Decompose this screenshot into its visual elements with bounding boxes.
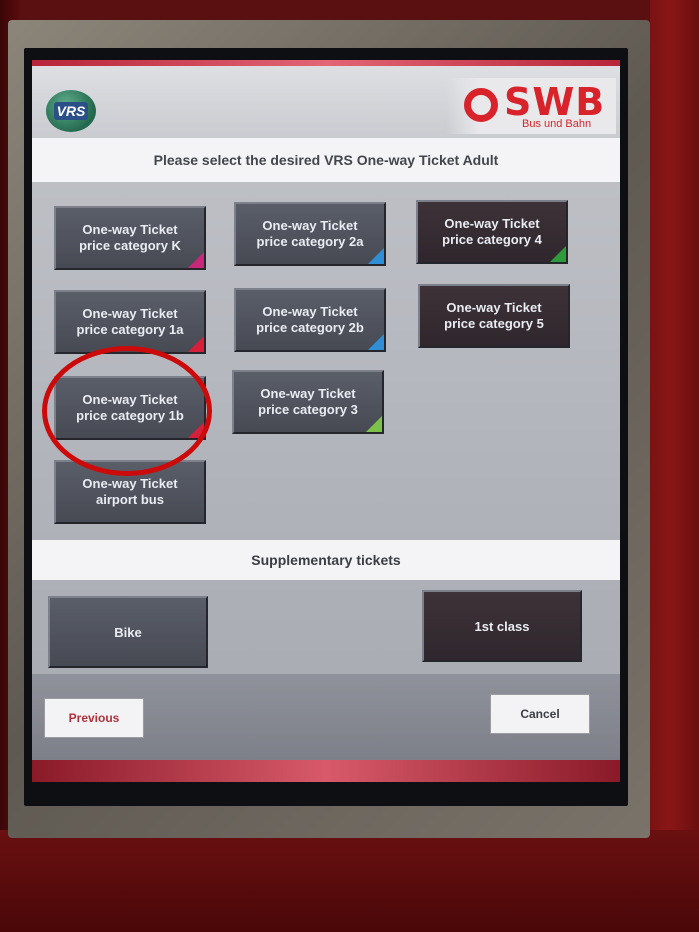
previous-button[interactable]: Previous [44,698,144,738]
cancel-button[interactable]: Cancel [490,694,590,734]
ticket-label: One-way Ticket price category 5 [444,300,544,331]
wall-bottom [0,830,699,932]
category-color-marker [368,248,384,264]
swb-logo-subtitle: Bus und Bahn [522,118,592,130]
ticket-label: One-way Ticket price category 2b [256,304,364,335]
category-color-marker [188,422,204,438]
ticket-price-category-4[interactable]: One-way Ticket price category 4 [416,200,568,264]
footer-bar: Previous Cancel [32,674,620,760]
category-color-marker [188,252,204,268]
ticket-price-category-1b[interactable]: One-way Ticket price category 1b [54,376,206,440]
ticket-label: One-way Ticket price category 4 [442,216,542,247]
first-class-button[interactable]: 1st class [422,590,582,662]
supplementary-tickets-heading: Supplementary tickets [32,540,620,580]
swb-logo: SWB Bus und Bahn [446,78,616,134]
ticket-label: One-way Ticket price category K [79,222,181,253]
page-title: Please select the desired VRS One-way Ti… [32,138,620,182]
touch-screen: VRS SWB Bus und Bahn Please select the d… [32,60,620,782]
ticket-label: One-way Ticket airport bus [82,476,178,507]
ticket-label: One-way Ticket price category 2a [256,218,364,249]
vrs-logo-text: VRS [53,102,89,120]
ticket-airport-bus[interactable]: One-way Ticket airport bus [54,460,206,524]
swb-ring-icon [464,88,498,122]
ticket-label: One-way Ticket price category 3 [258,386,358,417]
ticket-price-category-2a[interactable]: One-way Ticket price category 2a [234,202,386,266]
bottom-accent-bar [32,760,620,782]
header: VRS SWB Bus und Bahn [32,66,620,138]
ticket-price-category-5[interactable]: One-way Ticket price category 5 [418,284,570,348]
ticket-price-category-2b[interactable]: One-way Ticket price category 2b [234,288,386,352]
ticket-label: One-way Ticket price category 1b [76,392,184,423]
category-color-marker [188,336,204,352]
category-color-marker [550,246,566,262]
bike-button[interactable]: Bike [48,596,208,668]
wall-right [650,0,699,932]
ticket-price-category-k[interactable]: One-way Ticket price category K [54,206,206,270]
ticket-price-category-1a[interactable]: One-way Ticket price category 1a [54,290,206,354]
ticket-price-category-3[interactable]: One-way Ticket price category 3 [232,370,384,434]
ticket-label: One-way Ticket price category 1a [76,306,184,337]
vrs-logo: VRS [46,90,96,132]
category-color-marker [368,334,384,350]
category-color-marker [366,416,382,432]
